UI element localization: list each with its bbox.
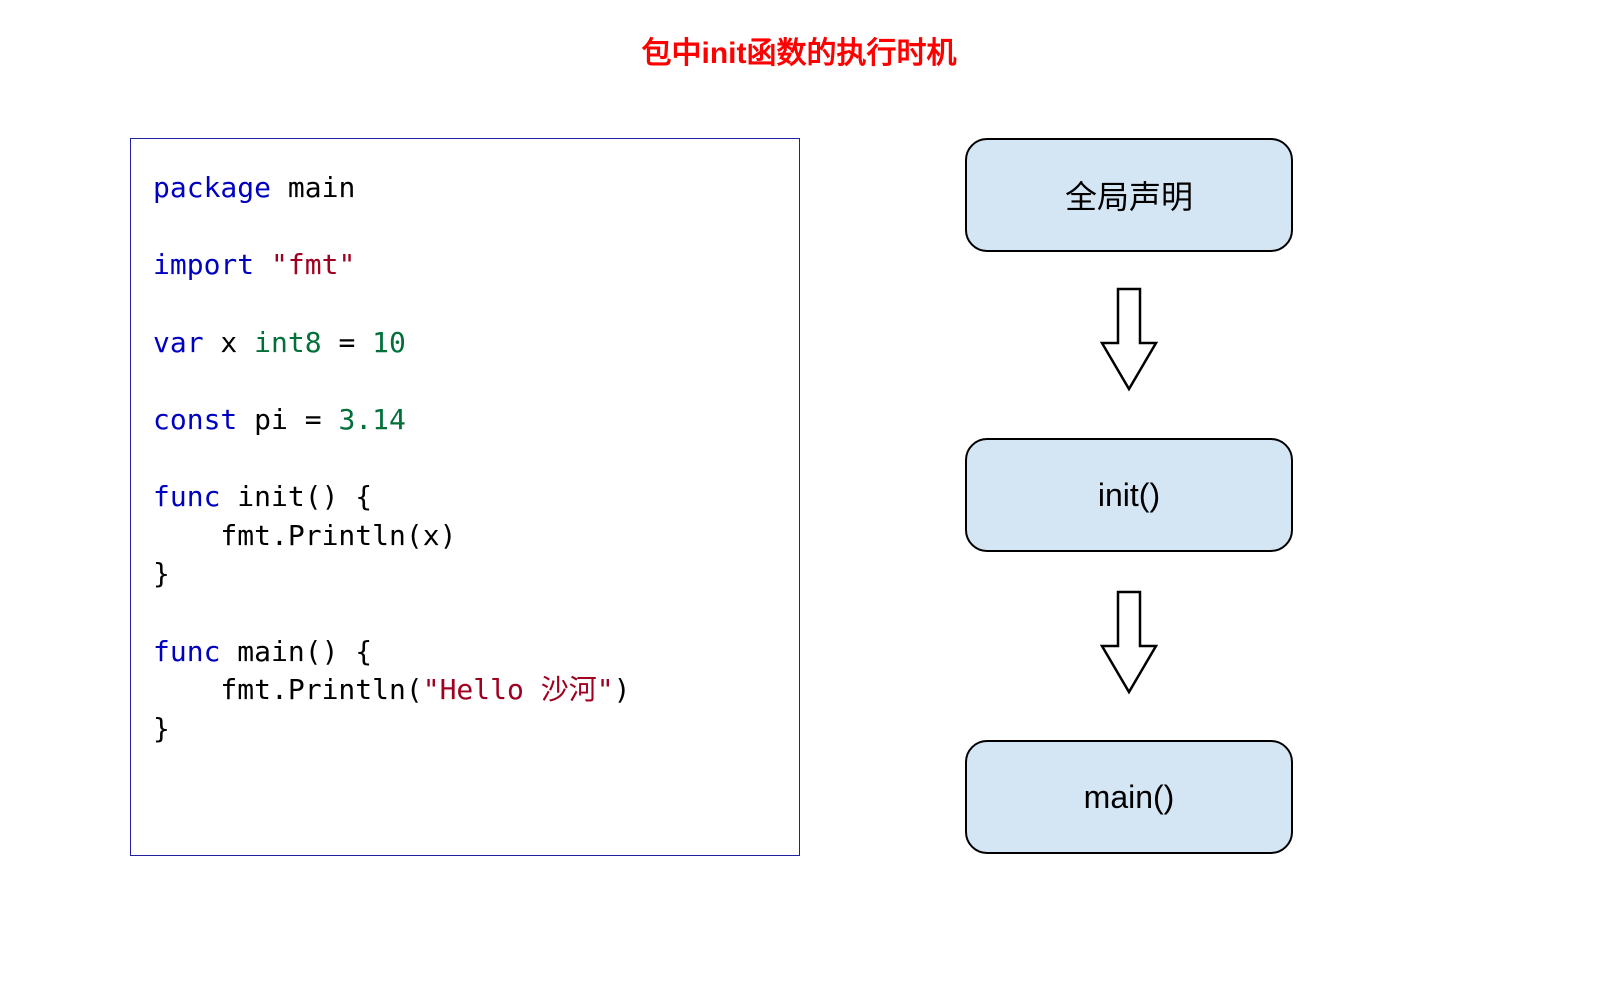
string-literal: "fmt" bbox=[271, 248, 355, 281]
code-text: main() { bbox=[220, 635, 372, 668]
code-block: package main import "fmt" var x int8 = 1… bbox=[130, 138, 800, 856]
flow-step-init: init() bbox=[965, 438, 1293, 552]
number-literal: 10 bbox=[372, 326, 406, 359]
string-literal: "Hello 沙河" bbox=[423, 673, 614, 706]
flow-step-main: main() bbox=[965, 740, 1293, 854]
code-text: ) bbox=[614, 673, 631, 706]
code-text: fmt.Println( bbox=[153, 673, 423, 706]
code-text: } bbox=[153, 712, 170, 745]
code-text: init() { bbox=[220, 480, 372, 513]
type-name: int8 bbox=[254, 326, 321, 359]
keyword-func: func bbox=[153, 480, 220, 513]
diagram-title: 包中init函数的执行时机 bbox=[642, 28, 957, 72]
keyword-import: import bbox=[153, 248, 254, 281]
code-text bbox=[254, 248, 271, 281]
keyword-func: func bbox=[153, 635, 220, 668]
code-text: pi = bbox=[237, 403, 338, 436]
code-text: } bbox=[153, 557, 170, 590]
arrow-down-icon bbox=[1098, 588, 1160, 698]
code-text: = bbox=[322, 326, 373, 359]
code-text: x bbox=[204, 326, 255, 359]
code-text: main bbox=[271, 171, 355, 204]
arrow-down-icon bbox=[1098, 285, 1160, 395]
keyword-package: package bbox=[153, 171, 271, 204]
keyword-var: var bbox=[153, 326, 204, 359]
keyword-const: const bbox=[153, 403, 237, 436]
number-literal: 3.14 bbox=[338, 403, 405, 436]
flow-step-global-declaration: 全局声明 bbox=[965, 138, 1293, 252]
code-text: fmt.Println(x) bbox=[153, 519, 456, 552]
